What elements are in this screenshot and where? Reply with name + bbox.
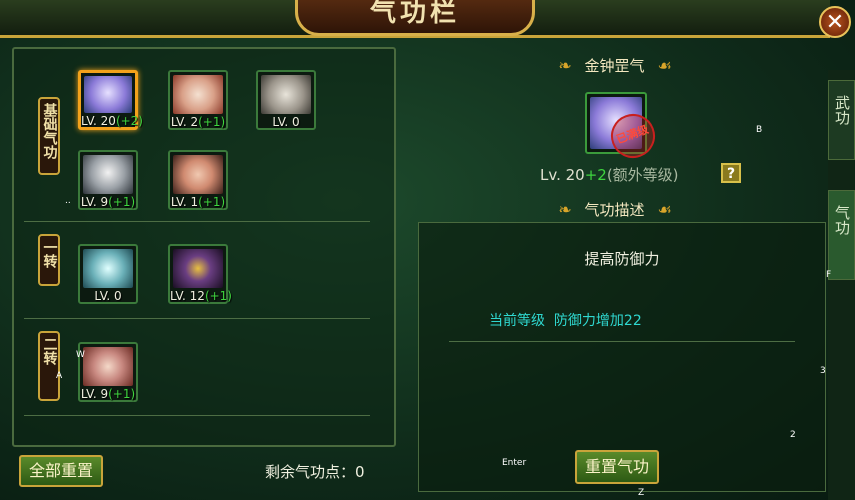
skill-bonus: (+1) (198, 195, 226, 209)
skill-bonus: (+2) (115, 114, 143, 128)
reset-skill-button[interactable]: 重置气功 (575, 450, 659, 484)
skill-icon (83, 249, 133, 288)
skill-slot[interactable]: LV. 0 (256, 70, 316, 130)
swirl-right-icon: ☙ (657, 200, 672, 219)
key-hint-z: Z (638, 488, 645, 498)
row-label-second-transfer: 二转 (38, 331, 60, 401)
skill-icon (261, 75, 311, 114)
row-label-basic: 基础气功 (38, 97, 60, 175)
skill-level: LV. 20 (81, 114, 116, 128)
key-hint-2: 2 (790, 430, 796, 440)
key-hint-a: A (56, 371, 63, 381)
help-button[interactable]: ? (721, 163, 741, 183)
desc-title: 提高防御力 (584, 250, 660, 268)
skill-level-line: Lv. 20+2(额外等级) (540, 164, 679, 185)
remaining-points-value: 0 (355, 463, 365, 481)
skill-desc-header: ❧ 气功描述 ☙ (540, 199, 690, 220)
side-tab-bar: 武功 气功 (828, 70, 855, 500)
game-window: 气功栏 ✕ 武功 气功 基础气功 一转 二转 LV. 20(+2) LV. 2(… (0, 0, 855, 500)
skill-icon (173, 75, 223, 114)
key-hint-dots: .. (65, 196, 71, 206)
skill-slot[interactable]: LV. 0 (78, 244, 138, 304)
remaining-points: 剩余气功点：0 (265, 461, 365, 482)
skill-icon (83, 155, 133, 194)
skill-bonus: (+1) (204, 289, 232, 303)
title-bar: 气功栏 (0, 0, 830, 38)
row-divider (24, 318, 370, 319)
skill-name: 金钟罡气 (584, 57, 645, 75)
row-label-first-transfer: 一转 (38, 234, 60, 286)
skill-slot[interactable]: LV. 9(+1) (78, 150, 138, 210)
skill-level: LV. 12 (170, 289, 205, 303)
key-hint-b: B (756, 125, 763, 135)
key-hint-f: F (826, 270, 832, 280)
tab-qigong[interactable]: 气功 (828, 190, 855, 280)
close-button[interactable]: ✕ (819, 6, 851, 38)
skill-icon (173, 155, 223, 194)
skill-icon (83, 347, 133, 386)
title-plaque: 气功栏 (295, 0, 535, 36)
skill-icon (84, 76, 132, 113)
skill-level-bonus: +2 (584, 166, 607, 184)
key-hint-w: W (76, 350, 85, 360)
current-effect: 防御力增加22 (553, 313, 642, 329)
skill-slot-jinzhong[interactable]: LV. 20(+2) (78, 70, 143, 130)
skill-bonus: (+1) (198, 115, 226, 129)
key-hint-enter: Enter (502, 458, 527, 468)
remaining-points-label: 剩余气功点： (265, 463, 356, 481)
row-divider (24, 415, 370, 416)
selected-skill-icon: 已满级 (585, 92, 662, 165)
skill-slot[interactable]: LV. 9(+1) (78, 342, 138, 402)
skill-level: LV. 1 (170, 195, 199, 209)
skill-level: LV. 0 (94, 289, 122, 303)
reset-all-button[interactable]: 全部重置 (19, 455, 103, 487)
desc-header-label: 气功描述 (584, 201, 645, 219)
close-icon: ✕ (825, 10, 845, 35)
swirl-right-icon: ☙ (657, 56, 672, 75)
skill-icon (173, 249, 223, 288)
skill-level-text: Lv. 20 (540, 166, 585, 184)
skill-level: LV. 0 (272, 115, 300, 129)
skill-slot[interactable]: LV. 12(+1) (168, 244, 232, 304)
skill-slot[interactable]: LV. 1(+1) (168, 150, 228, 210)
swirl-left-icon: ❧ (558, 200, 572, 219)
help-icon: ? (726, 166, 736, 182)
skill-slot[interactable]: LV. 2(+1) (168, 70, 228, 130)
skill-level: LV. 2 (170, 115, 199, 129)
window-title: 气功栏 (369, 0, 460, 28)
skill-level: LV. 9 (80, 195, 109, 209)
row-divider (24, 221, 370, 222)
skill-name-header: ❧ 金钟罡气 ☙ (540, 55, 690, 76)
skill-bonus: (+1) (108, 195, 136, 209)
key-hint-3: 3 (820, 366, 826, 376)
swirl-left-icon: ❧ (558, 56, 572, 75)
desc-divider (449, 341, 795, 342)
skill-bonus: (+1) (108, 387, 136, 401)
skill-level-extra: (额外等级) (606, 166, 679, 184)
current-level-label: 当前等级 (489, 313, 545, 329)
current-level-effect: 当前等级 防御力增加22 (489, 310, 642, 330)
skill-level: LV. 9 (80, 387, 109, 401)
tab-martial-arts[interactable]: 武功 (828, 80, 855, 160)
